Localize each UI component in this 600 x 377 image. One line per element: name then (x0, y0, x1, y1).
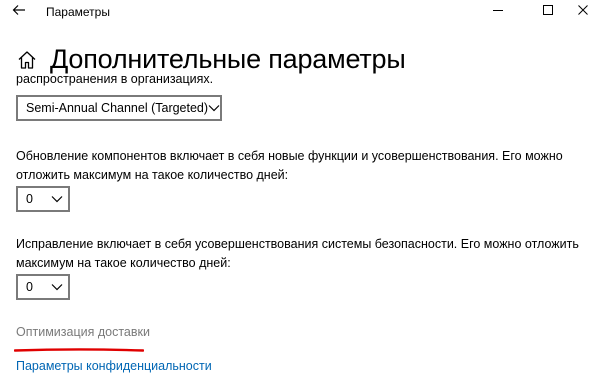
minimize-button[interactable] (483, 0, 513, 22)
home-icon[interactable] (16, 49, 38, 71)
maximize-button[interactable] (533, 0, 563, 22)
chevron-down-icon (46, 283, 68, 291)
feature-update-description: Обновление компонентов включает в себя н… (16, 149, 563, 182)
back-button[interactable] (8, 2, 30, 22)
feature-update-days-value: 0 (26, 192, 33, 206)
privacy-settings-link[interactable]: Параметры конфиденциальности (16, 359, 212, 373)
quality-update-description: Исправление включает в себя усовершенств… (16, 237, 579, 270)
minimize-icon (493, 2, 503, 20)
channel-select[interactable]: Semi-Annual Channel (Targeted) (16, 95, 222, 121)
chevron-down-icon (46, 195, 68, 203)
quality-update-days-select[interactable]: 0 (16, 274, 70, 300)
chevron-down-icon (208, 104, 220, 112)
partial-description: распространения в организациях. (16, 72, 214, 86)
highlight-underline (14, 348, 144, 352)
feature-update-days-select[interactable]: 0 (16, 186, 70, 212)
delivery-optimization-link[interactable]: Оптимизация доставки (16, 325, 150, 339)
close-button[interactable] (568, 0, 598, 22)
title-bar: Параметры (0, 0, 600, 24)
channel-select-value: Semi-Annual Channel (Targeted) (26, 101, 209, 115)
maximize-icon (543, 2, 553, 20)
window-title: Параметры (46, 5, 110, 19)
arrow-left-icon (12, 3, 26, 21)
close-icon (578, 2, 588, 20)
quality-update-days-value: 0 (26, 280, 33, 294)
